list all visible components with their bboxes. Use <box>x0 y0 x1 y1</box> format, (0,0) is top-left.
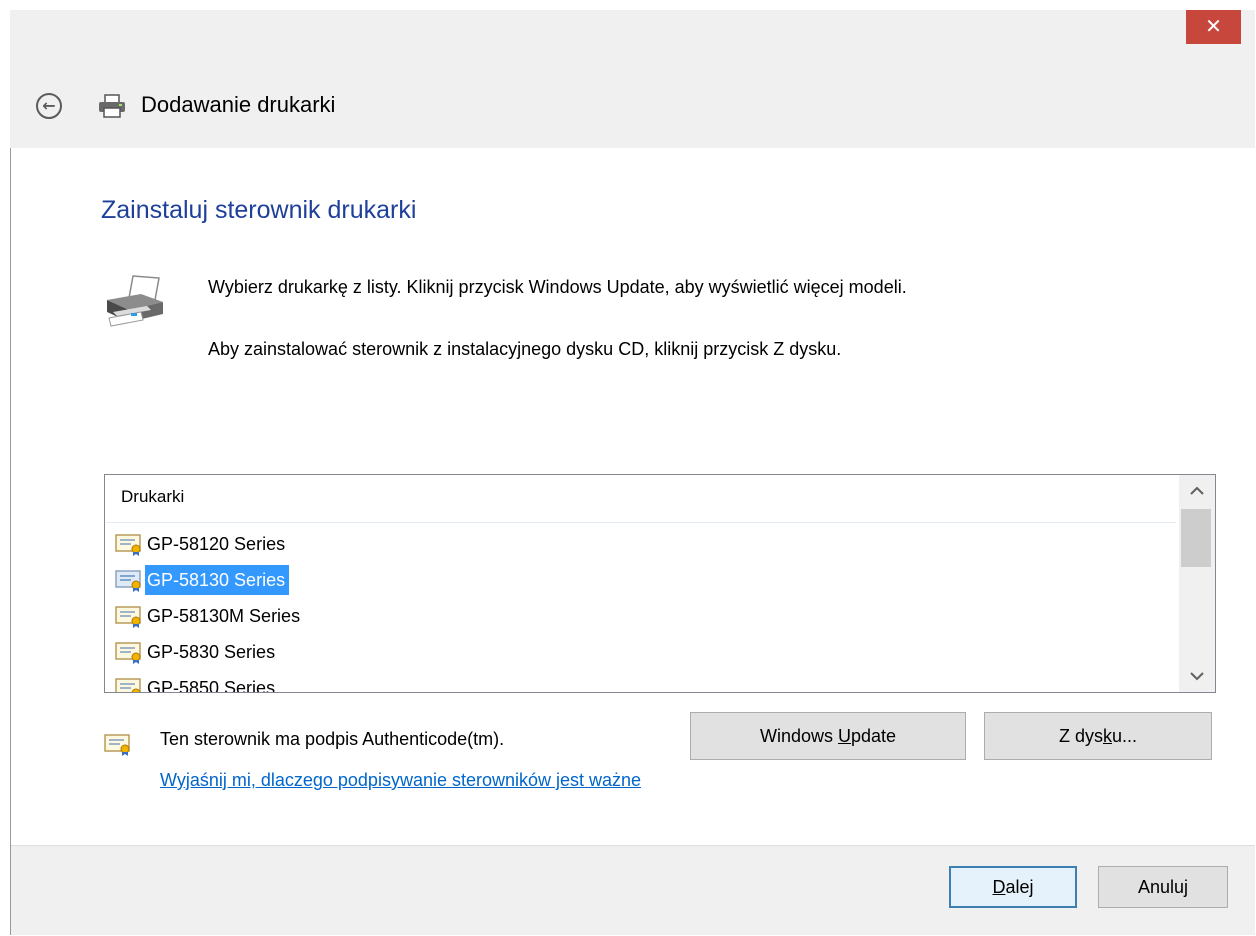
list-item[interactable]: GP-5830 Series <box>115 636 279 668</box>
list-item[interactable]: GP-5850 Series <box>115 672 279 693</box>
list-header-label: Drukarki <box>121 487 185 506</box>
list-scrollbar[interactable] <box>1179 475 1215 692</box>
list-item[interactable]: GP-58120 Series <box>115 528 289 560</box>
windows-update-button[interactable]: Windows Update <box>690 712 966 760</box>
window-header <box>10 10 1255 148</box>
certified-driver-icon <box>115 678 141 692</box>
window-title: Dodawanie drukarki <box>141 92 336 117</box>
instruction-text-disk: Aby zainstalować sterownik z instalacyjn… <box>208 339 842 359</box>
list-item-label: GP-58130 Series <box>145 565 290 595</box>
printer-icon <box>99 94 125 118</box>
list-item-label: GP-58120 Series <box>147 534 286 554</box>
certified-driver-icon <box>115 534 141 556</box>
scrollbar-thumb[interactable] <box>1181 509 1211 567</box>
list-item[interactable]: GP-58130M Series <box>115 600 304 632</box>
certified-driver-icon <box>115 642 141 664</box>
signature-status-text: Ten sterownik ma podpis Authenticode(tm)… <box>160 729 505 749</box>
page-title: Zainstaluj sterownik drukarki <box>101 196 417 224</box>
list-item-label: GP-5850 Series <box>147 678 276 693</box>
instruction-text: Wybierz drukarkę z listy. Kliknij przyci… <box>208 277 907 297</box>
chevron-down-icon[interactable] <box>1179 660 1215 692</box>
back-arrow-icon[interactable]: ← <box>36 93 62 119</box>
next-button[interactable]: Dalej <box>949 866 1077 908</box>
cancel-button[interactable]: Anuluj <box>1098 866 1228 908</box>
list-item-label: GP-58130M Series <box>147 606 301 626</box>
printer-icon <box>107 275 163 327</box>
from-disk-button[interactable]: Z dysku... <box>984 712 1212 760</box>
certified-driver-icon <box>115 606 141 628</box>
close-button[interactable]: ✕ <box>1186 10 1241 44</box>
chevron-up-icon[interactable] <box>1179 475 1215 507</box>
printer-list[interactable]: Drukarki GP-58120 Series GP-58130 Series <box>104 474 1216 693</box>
certified-driver-icon <box>104 734 130 756</box>
list-column-header[interactable]: Drukarki <box>106 476 1176 523</box>
list-item-selected[interactable]: GP-58130 Series <box>115 564 290 596</box>
certified-driver-icon <box>115 570 141 592</box>
list-item-label: GP-5830 Series <box>147 642 276 662</box>
signing-info-link[interactable]: Wyjaśnij mi, dlaczego podpisywanie stero… <box>160 770 641 791</box>
